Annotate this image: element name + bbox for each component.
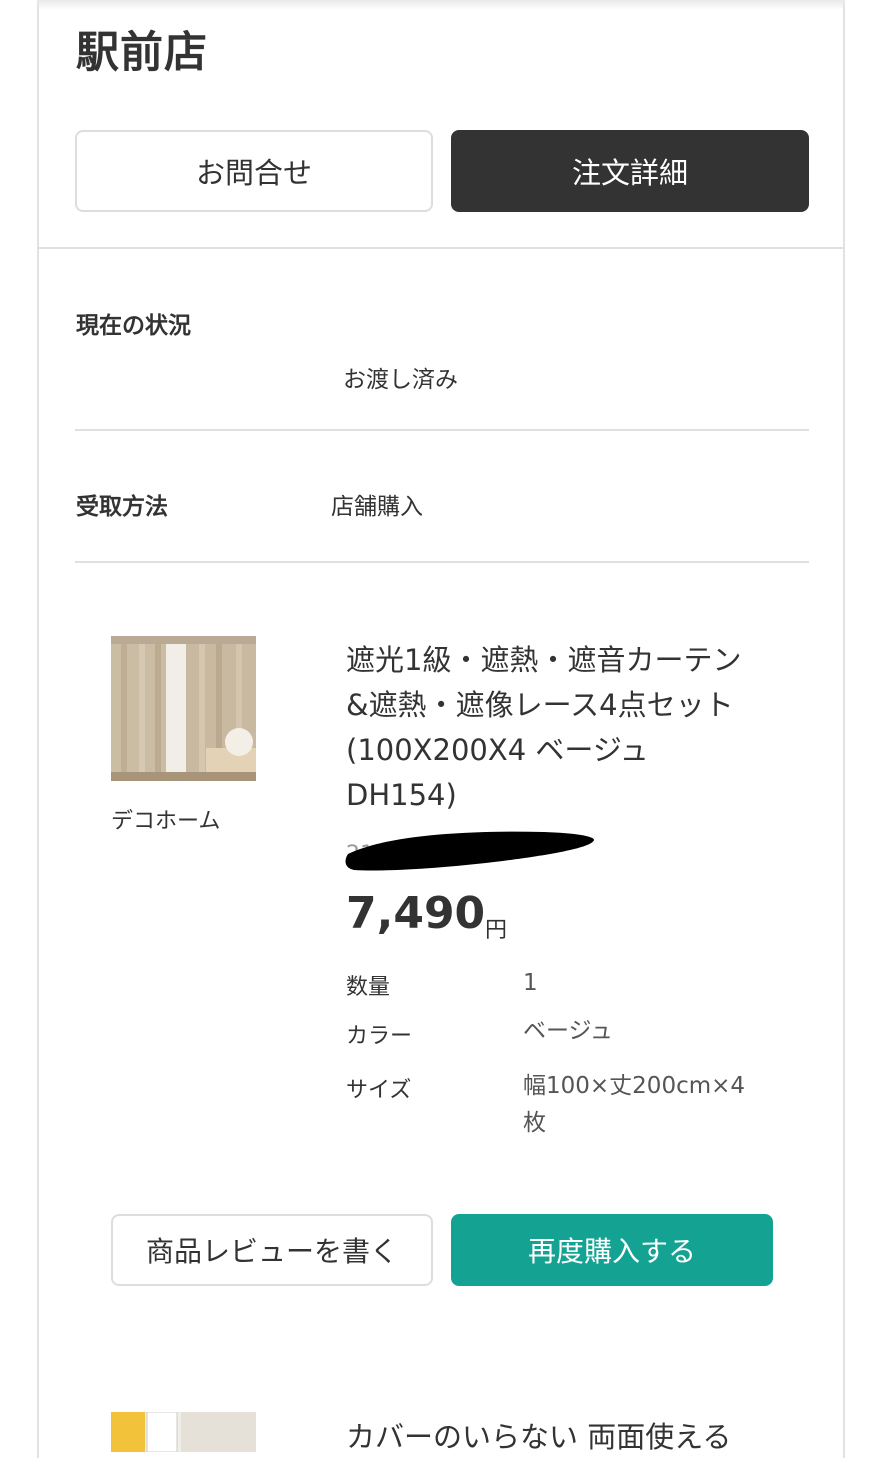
spec-value-color: ベージュ bbox=[523, 1018, 613, 1044]
spec-value-size: 幅100×丈200cm×4 枚 bbox=[523, 1073, 746, 1136]
next-product-image[interactable] bbox=[111, 1412, 256, 1452]
product-title[interactable]: 遮光1級・遮熱・遮音カーテン &遮熱・遮像レース4点セット (100X200X4… bbox=[346, 638, 766, 818]
pickup-value: 店舗購入 bbox=[331, 494, 423, 520]
redaction-mark bbox=[345, 831, 594, 871]
currency: 円 bbox=[485, 918, 508, 943]
pickup-label: 受取方法 bbox=[76, 494, 168, 520]
spec-label-color: カラー bbox=[346, 1024, 413, 1049]
brand-name[interactable]: デコホーム bbox=[111, 803, 220, 835]
spec-label-size: サイズ bbox=[346, 1078, 412, 1103]
status-label: 現在の状況 bbox=[76, 313, 191, 339]
divider bbox=[75, 429, 809, 431]
price: 7,490 bbox=[346, 888, 486, 939]
buy-again-button[interactable]: 再度購入する bbox=[451, 1214, 773, 1286]
write-review-button[interactable]: 商品レビューを書く bbox=[111, 1214, 433, 1286]
product-image[interactable] bbox=[111, 636, 256, 781]
spec-value-quantity: 1 bbox=[523, 970, 538, 996]
contact-button[interactable]: お問合せ bbox=[75, 130, 433, 212]
spec-label-quantity: 数量 bbox=[346, 975, 391, 1000]
curtain-product-image bbox=[111, 636, 256, 781]
status-value: お渡し済み bbox=[343, 367, 458, 393]
next-product-icon bbox=[111, 1412, 256, 1452]
scroll-fade bbox=[37, 0, 845, 10]
store-name: 駅前店 bbox=[76, 28, 208, 78]
section-divider bbox=[37, 247, 845, 249]
next-product-title[interactable]: カバーのいらない 両面使える bbox=[346, 1414, 731, 1456]
divider bbox=[75, 561, 809, 563]
order-detail-button[interactable]: 注文詳細 bbox=[451, 130, 809, 212]
